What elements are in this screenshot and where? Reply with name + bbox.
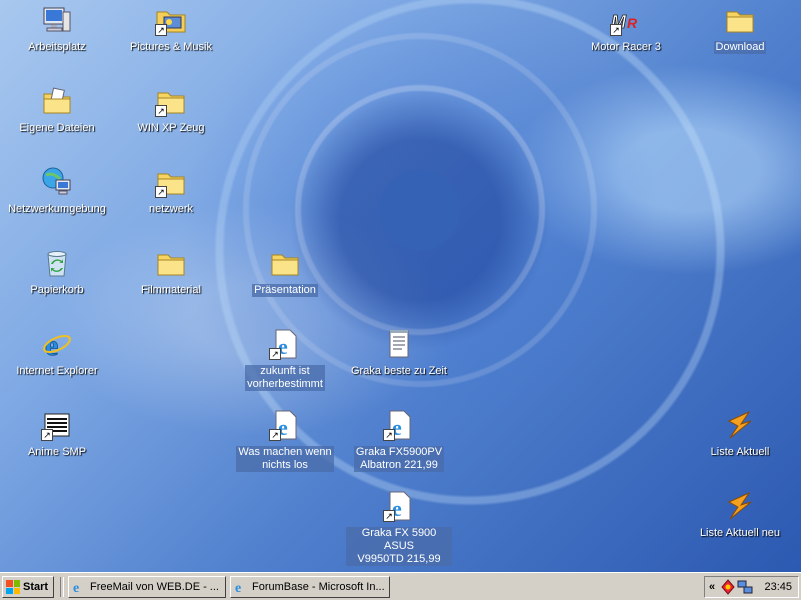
desktop-icon-graka-fx-5900-asus[interactable]: e ↗ Graka FX 5900 ASUS V9950TD 215,99 [346,490,452,566]
task-label: FreeMail von WEB.DE - ... [90,581,219,593]
desktop-icon-label: Motor Racer 3 [591,41,661,53]
desktop-icon-label: Präsentation [252,284,318,297]
anime-smp-icon: ↗ [41,409,73,441]
desktop-icon-label: Filmmaterial [141,284,201,296]
desktop-icon-zukunft-ist-vorherbestimmt[interactable]: e ↗ zukunft ist vorherbestimmt [232,328,338,391]
desktop-icon-papierkorb[interactable]: Papierkorb [4,247,110,297]
task-button-freemail[interactable]: e FreeMail von WEB.DE - ... [68,576,226,598]
desktop-icon-eigene-dateien[interactable]: Eigene Dateien [4,85,110,135]
desktop-icon-label: WIN XP Zeug [137,122,205,134]
folder-shortcut-icon: ↗ [155,85,187,117]
folder-shortcut-icon: ↗ [155,166,187,198]
desktop-icon-label: Liste Aktuell [710,446,770,458]
desktop-icon-label: Graka beste zu Zeit [351,365,447,377]
desktop[interactable]: Arbeitsplatz ↗ Pictures & Musik MR ↗ Mot… [0,0,801,572]
desktop-icon-filmmaterial[interactable]: Filmmaterial [118,247,224,297]
desktop-icon-label: Internet Explorer [16,365,98,377]
desktop-icon-download[interactable]: Download [687,4,793,54]
desktop-icon-liste-aktuell[interactable]: Liste Aktuell [687,409,793,459]
desktop-icon-liste-aktuell-neu[interactable]: Liste Aktuell neu [687,490,793,540]
desktop-icon-win-xp-zeug[interactable]: ↗ WIN XP Zeug [118,85,224,135]
shortcut-arrow-icon: ↗ [41,429,53,441]
desktop-icon-label: zukunft ist vorherbestimmt [245,365,325,391]
network-icon [41,166,73,198]
desktop-icon-label: Netzwerkumgebung [8,203,106,215]
desktop-icon-label: netzwerk [148,203,194,215]
start-label: Start [23,581,49,593]
recycle-bin-icon [41,247,73,279]
task-label: ForumBase - Microsoft In... [252,581,385,593]
clock[interactable]: 23:45 [764,581,792,593]
motor-racer-icon: MR ↗ [610,4,642,36]
desktop-icon-graka-beste-zu-zeit[interactable]: Graka beste zu Zeit [346,328,452,378]
shortcut-arrow-icon: ↗ [269,348,281,360]
network-tray-icon[interactable] [737,579,753,595]
ie-icon: e [73,581,79,594]
shortcut-arrow-icon: ↗ [155,186,167,198]
ie-page-shortcut-icon: e ↗ [383,490,415,522]
start-button[interactable]: Start [2,576,54,598]
ie-page-shortcut-icon: e ↗ [383,409,415,441]
desktop-icon-praesentation[interactable]: Präsentation [232,247,338,297]
desktop-icon-arbeitsplatz[interactable]: Arbeitsplatz [4,4,110,54]
desktop-icon-label: Graka FX5900PV Albatron 221,99 [353,446,445,472]
desktop-icon-label: Arbeitsplatz [28,41,86,53]
my-documents-icon [41,85,73,117]
taskbar: Start e FreeMail von WEB.DE - ... e Foru… [0,572,801,600]
shortcut-arrow-icon: ↗ [269,429,281,441]
desktop-icon-label: Pictures & Musik [130,41,212,53]
desktop-icon-label: Eigene Dateien [19,122,95,134]
desktop-icon-netzwerkumgebung[interactable]: Netzwerkumgebung [4,166,110,216]
shortcut-arrow-icon: ↗ [383,510,395,522]
shortcut-arrow-icon: ↗ [155,105,167,117]
desktop-icon-motor-racer-3[interactable]: MR ↗ Motor Racer 3 [573,4,679,54]
desktop-icon-label: Papierkorb [30,284,84,296]
tray-expand-chevron-icon[interactable]: « [705,581,719,593]
task-button-forumbase[interactable]: e ForumBase - Microsoft In... [230,576,390,598]
winamp-icon [724,490,756,522]
ie-page-shortcut-icon: e ↗ [269,328,301,360]
desktop-icon-anime-smp[interactable]: ↗ Anime SMP [4,409,110,459]
desktop-icon-label: Was machen wenn nichts los [236,446,334,472]
ie-page-shortcut-icon: e ↗ [269,409,301,441]
desktop-icon-pictures-musik[interactable]: ↗ Pictures & Musik [118,4,224,54]
svg-text:e: e [235,581,241,594]
desktop-icon-label: Liste Aktuell neu [699,527,781,539]
computer-icon [41,4,73,36]
desktop-icon-was-machen-wenn-nichts-los[interactable]: e ↗ Was machen wenn nichts los [232,409,338,472]
svg-text:e: e [73,581,79,594]
desktop-icon-internet-explorer[interactable]: e Internet Explorer [4,328,110,378]
folder-icon [724,4,756,36]
internet-explorer-icon: e [41,328,73,360]
ie-icon: e [235,581,241,594]
shortcut-arrow-icon: ↗ [155,24,167,36]
shortcut-arrow-icon: ↗ [383,429,395,441]
folder-media-shortcut-icon: ↗ [155,4,187,36]
svg-text:R: R [627,15,638,31]
system-tray: « 23:45 [704,576,799,598]
desktop-icon-graka-fx5900pv-albatron[interactable]: e ↗ Graka FX5900PV Albatron 221,99 [346,409,452,472]
desktop-icon-label: Graka FX 5900 ASUS V9950TD 215,99 [346,527,452,566]
windows-logo-icon [6,580,20,594]
taskbar-separator [60,577,64,597]
desktop-icon-netzwerk[interactable]: ↗ netzwerk [118,166,224,216]
desktop-icon-label: Download [713,41,767,54]
folder-icon [155,247,187,279]
winamp-icon [724,409,756,441]
security-icon[interactable] [720,579,736,595]
shortcut-arrow-icon: ↗ [610,24,622,36]
desktop-icon-label: Anime SMP [27,446,87,458]
folder-icon [269,247,301,279]
notepad-icon [383,328,415,360]
